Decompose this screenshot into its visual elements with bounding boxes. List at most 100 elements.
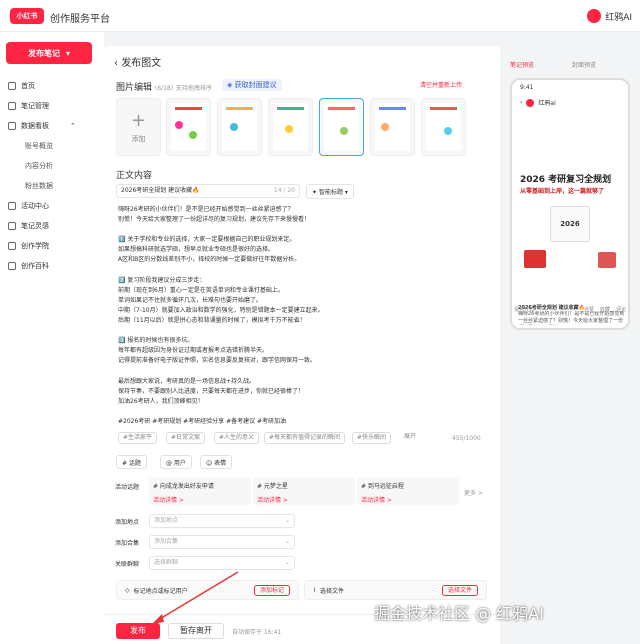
group-placeholder: 选择群聊: [154, 559, 179, 566]
sidebar-subitem-account[interactable]: 账号概览: [0, 136, 104, 156]
thumb-figure: [230, 123, 238, 131]
book-icon: [8, 262, 16, 270]
book-stack-figure: [598, 252, 616, 268]
thumb-content: [375, 103, 410, 151]
chevron-up-icon: ⌃: [70, 122, 76, 130]
location-select[interactable]: 添加地点 ⌄: [149, 514, 295, 528]
thumb-figure: [175, 121, 183, 129]
emoji-button[interactable]: ☺ 表情: [200, 455, 233, 469]
sidebar-item-activity[interactable]: 活动中心: [0, 196, 104, 216]
images-count: (6/18): [154, 85, 174, 92]
app-logo[interactable]: 小红书: [10, 8, 44, 24]
image-thumb-1[interactable]: [166, 98, 211, 156]
image-thumb-3[interactable]: [268, 98, 313, 156]
char-count: 455/1000: [452, 435, 481, 442]
topic-chip[interactable]: #生活家平: [118, 432, 158, 444]
activity-card[interactable]: # 向成龙发出好友申请活动详情 >: [149, 477, 251, 505]
topic-chip[interactable]: #每天都有值得记录的瞬间: [264, 432, 346, 444]
sidebar-item-academy[interactable]: 创作学院: [0, 236, 104, 256]
tag-icon: ◇: [125, 586, 130, 594]
calendar-icon: 2026: [550, 206, 590, 242]
thumb-title: [226, 107, 253, 110]
activity-card[interactable]: # 到马远征启程 活动详情 >: [357, 477, 459, 505]
thumb-content: [222, 103, 257, 151]
smart-title-button[interactable]: ✦ 智能标题 ▾: [306, 184, 354, 199]
chart-icon: [8, 122, 16, 130]
images-label: 图片编辑: [116, 83, 153, 93]
mention-button[interactable]: @ 用户: [160, 455, 192, 469]
add-image-tile[interactable]: + 添加: [116, 98, 161, 156]
avatar: [526, 98, 535, 107]
thumb-title: [328, 107, 355, 110]
user-menu[interactable]: 红鸦AI: [587, 9, 632, 23]
cover-tip-button[interactable]: ◈ 获取封面建议: [222, 79, 282, 91]
add-label: 添加: [131, 135, 146, 143]
collection-label: 添加合集: [115, 540, 140, 547]
tab-note-preview[interactable]: 笔记预览: [510, 60, 534, 69]
chevron-down-icon: ⌄: [284, 538, 290, 545]
app-title: 创作服务平台: [50, 14, 110, 25]
activity-detail-link[interactable]: 活动详情 >: [361, 495, 455, 504]
tab-cover-preview[interactable]: 封面预览: [572, 60, 596, 69]
annotation-arrow: [152, 571, 239, 624]
topic-chip[interactable]: #人生的意义: [214, 432, 260, 444]
more-activities[interactable]: 更多 >: [464, 488, 483, 497]
thumb-figure: [340, 127, 348, 135]
collection-select[interactable]: 添加合集 ⌄: [149, 535, 295, 549]
paperclip-icon: ⌇: [313, 586, 316, 594]
thumb-figure: [189, 131, 197, 139]
file-row: ⌇ 选择文件 选择文件: [304, 580, 487, 600]
image-thumb-5[interactable]: [370, 98, 415, 156]
cover-icon: ◈: [227, 81, 235, 89]
activity-card[interactable]: # 元梦之星 活动详情 >: [253, 477, 355, 505]
sidebar-item-wiki[interactable]: 创作百科: [0, 256, 104, 276]
activity-title: # 向成龙发出好友申请: [153, 483, 214, 490]
sidebar-item-data[interactable]: 数据看板 ⌃: [0, 116, 104, 136]
body-textarea[interactable]: 嗨呀26考研的小伙伴们！是不是已经开始感觉到一丝丝紧迫感了？ 别慌！今天给大家整…: [118, 205, 478, 427]
topic-chip[interactable]: #快乐瞬间: [352, 432, 392, 444]
location-placeholder: 添加地点: [154, 517, 179, 524]
star-icon: 收藏: [599, 307, 610, 313]
image-thumb-6[interactable]: [421, 98, 466, 156]
title-input[interactable]: 2026考研全规划 建议收藏🔥 14 / 20: [116, 184, 300, 198]
user-name: 红鸦AI: [605, 12, 632, 23]
phone-preview: 9:41 ‹ 红鸦ai 2026 考研复习全规划 从零基础到上岸，这一篇就够了 2…: [510, 78, 630, 330]
collection-placeholder: 添加合集: [154, 538, 179, 545]
thumb-title: [430, 107, 457, 110]
sidebar-item-inspiration[interactable]: 笔记灵感: [0, 216, 104, 236]
home-icon: [8, 82, 16, 90]
like-icon: 点赞: [583, 307, 594, 313]
file-text: 选择文件: [319, 587, 344, 595]
sidebar-subitem-content[interactable]: 内容分析: [0, 156, 104, 176]
chevron-down-icon: ⌄: [284, 517, 290, 524]
page-title: 发布图文: [121, 58, 162, 69]
sidebar-item-label: 创作学院: [21, 242, 49, 250]
bulb-icon: [8, 222, 16, 230]
note-icon: [8, 102, 16, 110]
top-bar: 小红书 创作服务平台 红鸦AI: [0, 0, 640, 32]
topic-button[interactable]: # 话题: [116, 455, 147, 469]
cover-subtitle: 从零基础到上岸，这一篇就够了: [520, 188, 605, 195]
sidebar-item-notes[interactable]: 笔记管理: [0, 96, 104, 116]
sidebar-subitem-fans[interactable]: 粉丝数据: [0, 176, 104, 196]
status-time: 9:41: [520, 84, 534, 91]
smart-title-label: 智能标题: [318, 189, 343, 196]
activity-detail-link[interactable]: 活动详情 >: [257, 495, 351, 504]
select-file-button[interactable]: 选择文件: [441, 585, 478, 596]
sidebar-item-home[interactable]: 首页: [0, 76, 104, 96]
comment-input: 说点什么: [514, 307, 535, 313]
expand-chips[interactable]: 展开: [400, 432, 420, 444]
publish-note-button[interactable]: 发布笔记 ▾: [6, 42, 92, 64]
activity-icon: [8, 202, 16, 210]
clear-reupload-button[interactable]: 清空并重新上传: [420, 80, 462, 89]
topic-chip[interactable]: #日常文案: [166, 432, 206, 444]
plus-icon: +: [130, 110, 147, 131]
image-thumb-4[interactable]: [319, 98, 364, 156]
activity-detail-link[interactable]: 活动详情 >: [153, 495, 247, 504]
preview-account: 红鸦ai: [538, 100, 556, 107]
image-thumb-2[interactable]: [217, 98, 262, 156]
thumb-figure: [381, 123, 389, 131]
add-mark-button[interactable]: 添加标记: [253, 585, 290, 596]
sidebar-nav: 首页 笔记管理 数据看板 ⌃ 账号概览 内容分析 粉丝数据 活动中心 笔记灵感 创…: [0, 76, 104, 276]
academy-icon: [8, 242, 16, 250]
